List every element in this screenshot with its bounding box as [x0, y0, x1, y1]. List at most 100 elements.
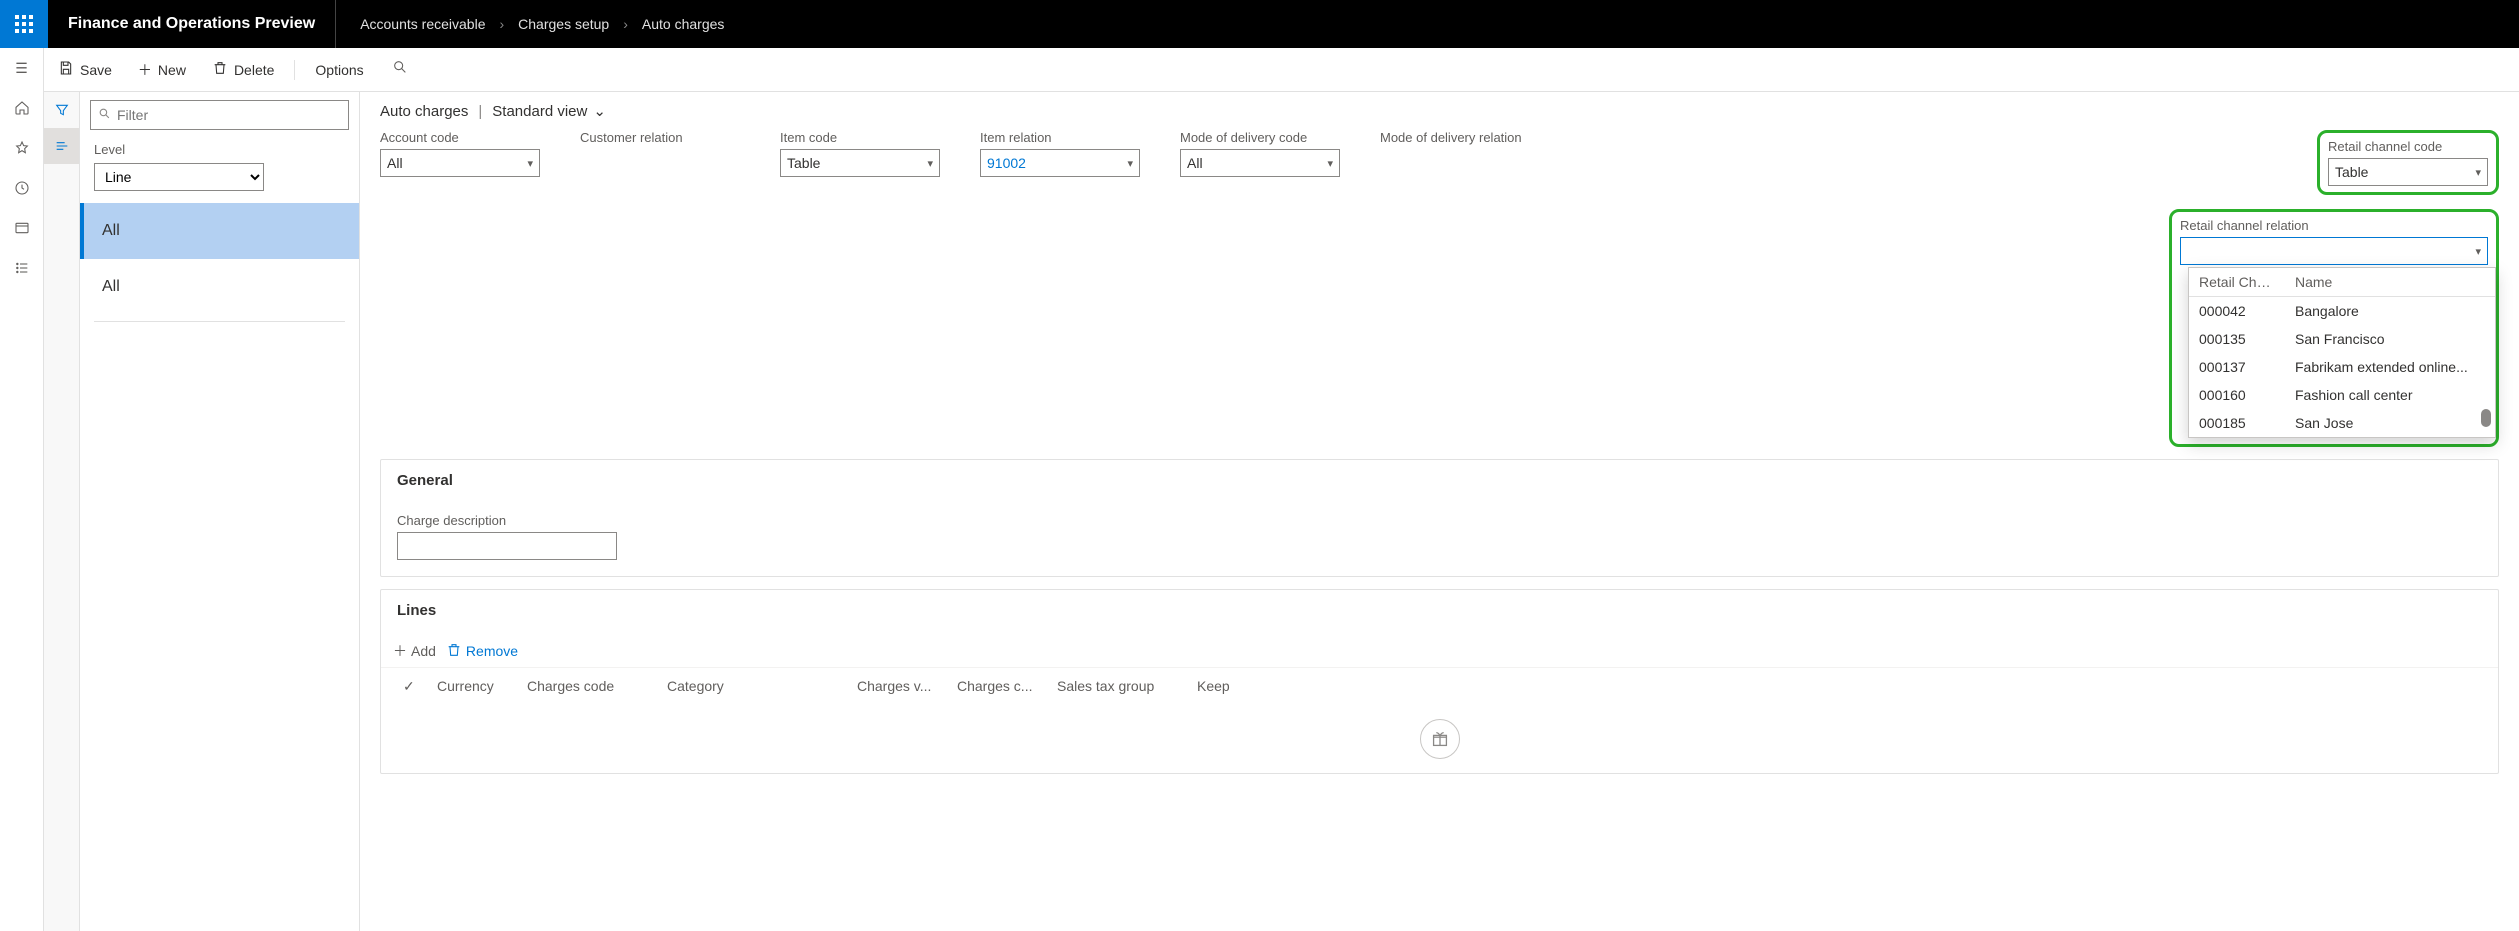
list-panel: Level Line All All [80, 92, 360, 931]
dropdown-header: Retail Cha... Name [2189, 268, 2495, 297]
dropdown-item[interactable]: 000137 Fabrikam extended online... [2189, 353, 2495, 381]
remove-label: Remove [466, 643, 518, 659]
retail-channel-code-select[interactable]: Table ▾ [2328, 158, 2488, 186]
filter-input[interactable] [90, 100, 349, 130]
field-label: Retail channel relation [2180, 218, 2488, 233]
charge-description-input[interactable] [397, 532, 617, 560]
delete-button[interactable]: Delete [202, 54, 284, 85]
search-icon[interactable] [392, 59, 408, 80]
field-label: Mode of delivery relation [1380, 130, 1540, 145]
customer-relation-input[interactable] [580, 149, 740, 177]
list-item-label: All [102, 222, 120, 240]
add-label: Add [411, 643, 436, 659]
list-item[interactable]: All [80, 259, 359, 315]
charge-description-field: Charge description [397, 513, 2482, 560]
recent-icon[interactable] [0, 168, 43, 208]
col-sales-tax-group[interactable]: Sales tax group [1047, 674, 1187, 699]
dropdown-body[interactable]: 000042 Bangalore 000135 San Francisco 00… [2189, 297, 2495, 437]
item-relation-lookup[interactable]: 91002 ▾ [980, 149, 1140, 177]
star-icon[interactable] [0, 128, 43, 168]
dropdown-id: 000185 [2199, 415, 2275, 431]
field-label: Mode of delivery code [1180, 130, 1340, 145]
col-category[interactable]: Category [657, 674, 847, 699]
header-fields: Account code All ▾ Customer relation Ite… [380, 130, 2499, 195]
field-value: Table [2335, 164, 2368, 180]
col-charges-value[interactable]: Charges v... [847, 674, 947, 699]
chevron-right-icon: › [499, 16, 504, 32]
dropdown-item[interactable]: 000160 Fashion call center [2189, 381, 2495, 409]
lines-section: Lines ＋ Add Remove ✓ Currency Charges co… [380, 589, 2499, 774]
field-label: Retail channel code [2328, 139, 2488, 154]
waffle-icon [15, 15, 33, 33]
select-all-column[interactable]: ✓ [393, 674, 427, 699]
chevron-down-icon: ▾ [1127, 157, 1133, 170]
dropdown-id: 000042 [2199, 303, 2275, 319]
filter-box [90, 100, 349, 130]
mode-delivery-relation-input[interactable] [1380, 149, 1540, 177]
dropdown-name: San Jose [2295, 415, 2485, 431]
save-button[interactable]: Save [48, 54, 122, 85]
remove-line-button[interactable]: Remove [446, 642, 518, 661]
modules-icon[interactable] [0, 248, 43, 288]
field-value: All [1187, 155, 1203, 171]
mode-delivery-relation-field: Mode of delivery relation [1380, 130, 1540, 195]
funnel-icon[interactable] [44, 92, 79, 128]
add-line-button[interactable]: ＋ Add [393, 641, 436, 661]
field-label: Customer relation [580, 130, 740, 145]
separator: | [478, 103, 482, 120]
field-value: 91002 [987, 155, 1026, 171]
chevron-down-icon: ▾ [2475, 166, 2481, 179]
col-keep[interactable]: Keep [1187, 674, 1247, 699]
list-toggle-icon[interactable] [44, 128, 79, 164]
col-charges-currency[interactable]: Charges c... [947, 674, 1047, 699]
page-header: Auto charges | Standard view ⌄ [380, 102, 2499, 120]
dropdown-item[interactable]: 000042 Bangalore [2189, 297, 2495, 325]
lines-empty-state [381, 705, 2498, 773]
level-select[interactable]: Line [94, 163, 264, 191]
dropdown-id: 000137 [2199, 359, 2275, 375]
workspace-icon[interactable] [0, 208, 43, 248]
col-charges-code[interactable]: Charges code [517, 674, 657, 699]
dropdown-col-name: Name [2295, 274, 2332, 290]
dropdown-item[interactable]: 000135 San Francisco [2189, 325, 2495, 353]
options-button[interactable]: Options [305, 56, 373, 84]
separator [294, 60, 295, 80]
app-launcher[interactable] [0, 0, 48, 48]
highlight-retail-code: Retail channel code Table ▾ [2317, 130, 2499, 195]
new-label: New [158, 62, 186, 78]
chevron-down-icon: ▾ [927, 157, 933, 170]
account-code-select[interactable]: All ▾ [380, 149, 540, 177]
delete-label: Delete [234, 62, 274, 78]
chevron-down-icon: ▾ [1327, 157, 1333, 170]
scrollbar-thumb[interactable] [2481, 409, 2491, 427]
top-bar: Finance and Operations Preview Accounts … [0, 0, 2519, 48]
breadcrumb-item[interactable]: Accounts receivable [360, 16, 485, 32]
save-icon [58, 60, 74, 79]
lines-grid-header: ✓ Currency Charges code Category Charges… [381, 667, 2498, 705]
dropdown-item[interactable]: 000185 San Jose [2189, 409, 2495, 437]
list-item-label: All [102, 278, 120, 296]
home-icon[interactable] [0, 88, 43, 128]
dropdown-col-id: Retail Cha... [2199, 274, 2275, 290]
view-selector[interactable]: Standard view ⌄ [492, 102, 606, 120]
retail-channel-code-field: Retail channel code Table ▾ [2328, 139, 2488, 186]
hamburger-icon[interactable]: ☰ [0, 48, 43, 88]
retail-channel-relation-lookup[interactable]: ▾ [2180, 237, 2488, 265]
customer-relation-field: Customer relation [580, 130, 740, 195]
new-button[interactable]: ＋ New [128, 54, 196, 86]
section-title[interactable]: General [381, 460, 2498, 501]
item-code-field: Item code Table ▾ [780, 130, 940, 195]
account-code-field: Account code All ▾ [380, 130, 540, 195]
field-label: Charge description [397, 513, 2482, 528]
item-code-select[interactable]: Table ▾ [780, 149, 940, 177]
field-label: Item code [780, 130, 940, 145]
list-item[interactable]: All [80, 203, 359, 259]
breadcrumb-item[interactable]: Auto charges [642, 16, 725, 32]
section-title[interactable]: Lines [381, 590, 2498, 631]
breadcrumb: Accounts receivable › Charges setup › Au… [336, 16, 724, 32]
mode-delivery-code-select[interactable]: All ▾ [1180, 149, 1340, 177]
level-label: Level [80, 140, 359, 159]
dropdown-id: 000160 [2199, 387, 2275, 403]
col-currency[interactable]: Currency [427, 674, 517, 699]
breadcrumb-item[interactable]: Charges setup [518, 16, 609, 32]
